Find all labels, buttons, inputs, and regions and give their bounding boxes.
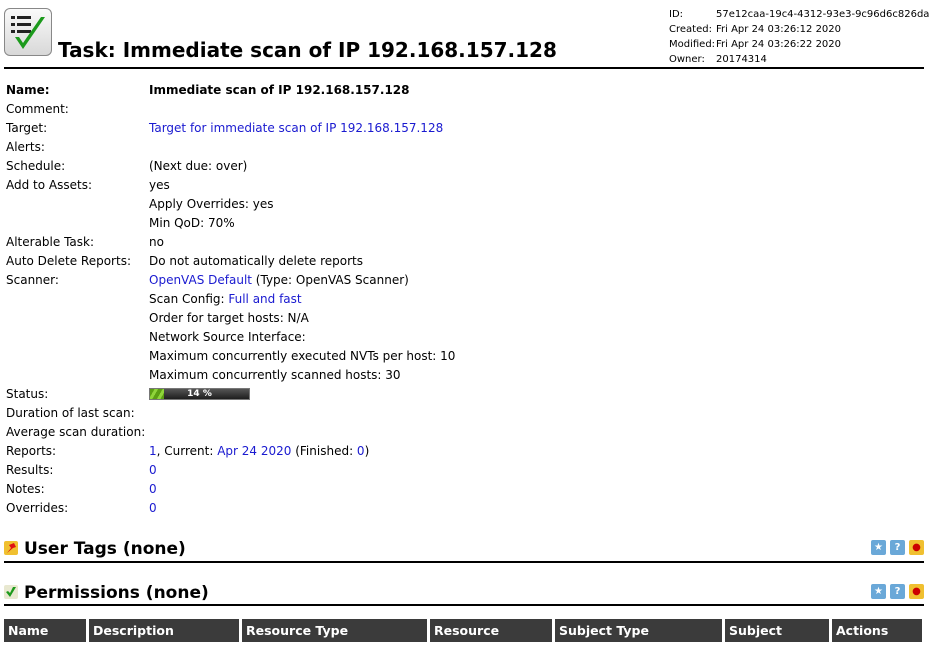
detail-text: ) [364,444,370,458]
detail-value: 0 [149,463,157,477]
meta-value: 20174314 [716,54,767,65]
detail-link[interactable]: Apr 24 2020 [217,444,291,458]
status-progress-bar: 14 % [149,388,250,400]
detail-text: (Next due: over) [149,159,248,173]
detail-link[interactable]: OpenVAS Default [149,273,252,287]
meta-row: Modified: Fri Apr 24 03:26:22 2020 [669,39,841,50]
divider [4,561,924,563]
detail-label: Alerts: [6,140,45,154]
column-header[interactable]: Actions [832,619,922,642]
detail-label: Add to Assets: [6,178,93,192]
meta-value: Fri Apr 24 03:26:12 2020 [716,24,842,35]
column-header[interactable]: Subject Type [555,619,722,642]
detail-text: Scan Config: [149,292,229,306]
detail-value: Maximum concurrently executed NVTs per h… [149,349,455,363]
column-header[interactable]: Description [89,619,239,642]
detail-value: OpenVAS Default (Type: OpenVAS Scanner) [149,273,409,287]
detail-value: 0 [149,501,157,515]
divider [4,604,924,606]
help-icon[interactable]: ? [890,540,905,555]
meta-label: ID: [669,9,684,20]
tag-icon [4,541,18,555]
detail-label: Target: [6,121,48,135]
detail-value: Scan Config: Full and fast [149,292,302,306]
detail-label: Reports: [6,444,57,458]
detail-link[interactable]: 0 [149,463,157,477]
detail-text: Apply Overrides: yes [149,197,274,211]
detail-label: Average scan duration: [6,425,146,439]
detail-label: Schedule: [6,159,66,173]
detail-label: Name: [6,83,50,97]
meta-label: Created: [669,24,712,35]
detail-link[interactable]: Target for immediate scan of IP 192.168.… [149,121,443,135]
detail-text: Network Source Interface: [149,330,306,344]
detail-label: Notes: [6,482,45,496]
detail-link[interactable]: 0 [357,444,365,458]
meta-value: 57e12caa-19c4-4312-93e3-9c96d6c826da [716,9,930,20]
detail-text: (Finished: [291,444,357,458]
permission-icon [4,585,18,599]
detail-link[interactable]: 0 [149,501,157,515]
detail-link[interactable]: Full and fast [228,292,301,306]
detail-text: Min QoD: 70% [149,216,235,230]
permissions-heading: Permissions (none) [24,583,209,603]
detail-text: Maximum concurrently executed NVTs per h… [149,349,456,363]
meta-label: Owner: [669,54,705,65]
new-permission-icon[interactable]: ★ [871,584,886,599]
detail-value: 0 [149,482,157,496]
detail-value: Target for immediate scan of IP 192.168.… [149,121,443,135]
detail-text: Order for target hosts: N/A [149,311,309,325]
help-icon[interactable]: ? [890,584,905,599]
detail-link[interactable]: 1 [149,444,157,458]
detail-label: Auto Delete Reports: [6,254,131,268]
detail-link[interactable]: 0 [149,482,157,496]
detail-text: (Type: OpenVAS Scanner) [251,273,409,287]
meta-value: Fri Apr 24 03:26:22 2020 [716,39,842,50]
export-icon[interactable]: ● [909,584,924,599]
detail-value: Min QoD: 70% [149,216,235,230]
detail-label: Status: [6,387,49,401]
detail-value: Maximum concurrently scanned hosts: 30 [149,368,401,382]
detail-text: yes [149,178,170,192]
meta-row: Owner: 20174314 [669,54,767,65]
detail-text: Do not automatically delete reports [149,254,364,268]
detail-text: Immediate scan of IP 192.168.157.128 [149,83,410,97]
progress-label: 14 % [187,389,212,399]
detail-value: Network Source Interface: [149,330,306,344]
new-tag-icon[interactable]: ★ [871,540,886,555]
detail-value: Do not automatically delete reports [149,254,363,268]
detail-value: no [149,235,164,249]
column-header[interactable]: Resource [430,619,552,642]
detail-value: Order for target hosts: N/A [149,311,309,325]
detail-label: Scanner: [6,273,59,287]
task-icon [4,8,52,56]
detail-label: Results: [6,463,54,477]
detail-value: Immediate scan of IP 192.168.157.128 [149,83,410,97]
detail-text: Maximum concurrently scanned hosts: 30 [149,368,401,382]
detail-value: Apply Overrides: yes [149,197,273,211]
meta-label: Modified: [669,39,716,50]
column-header[interactable]: Resource Type [242,619,427,642]
detail-value: yes [149,178,170,192]
column-header[interactable]: Subject [725,619,829,642]
page-title: Task: Immediate scan of IP 192.168.157.1… [58,38,557,62]
divider [4,67,924,69]
detail-value: (Next due: over) [149,159,247,173]
user-tags-heading: User Tags (none) [24,539,186,559]
detail-label: Duration of last scan: [6,406,135,420]
detail-label: Alterable Task: [6,235,95,249]
detail-text: no [149,235,164,249]
detail-label: Comment: [6,102,69,116]
detail-text: , Current: [156,444,218,458]
column-header[interactable]: Name [4,619,86,642]
meta-row: Created: Fri Apr 24 03:26:12 2020 [669,24,841,35]
detail-label: Overrides: [6,501,69,515]
detail-value: 1, Current: Apr 24 2020 (Finished: 0) [149,444,369,458]
meta-row: ID: 57e12caa-19c4-4312-93e3-9c96d6c826da [669,9,929,20]
export-icon[interactable]: ● [909,540,924,555]
